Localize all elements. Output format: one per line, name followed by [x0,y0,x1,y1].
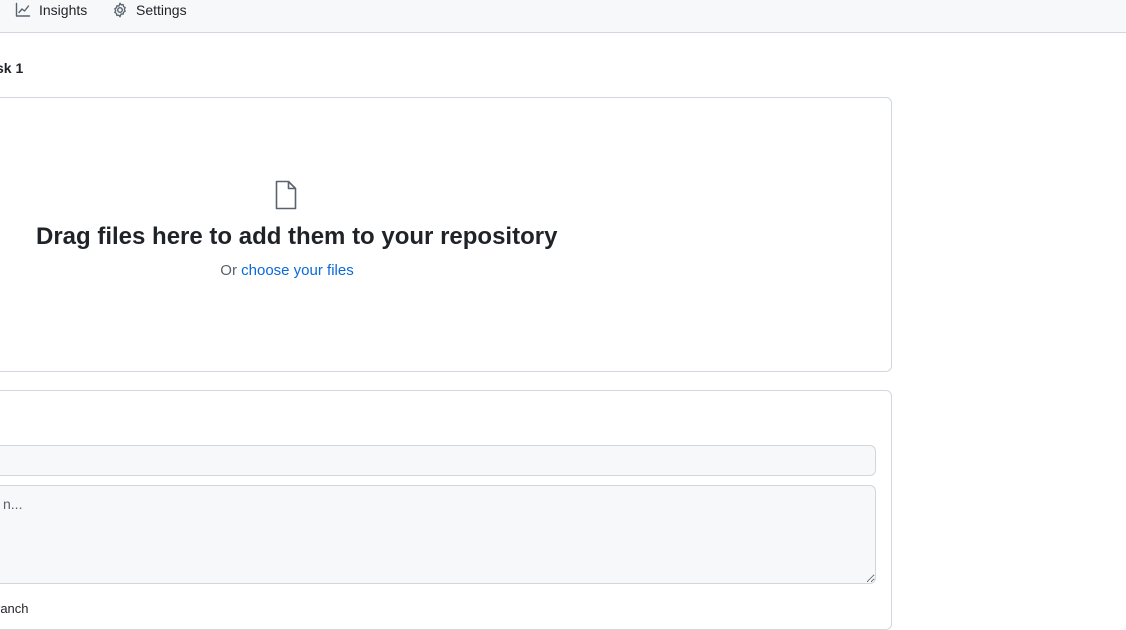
dropzone-subtitle: Or choose your files [36,262,538,279]
tab-insights[interactable]: Insights [15,0,87,20]
commit-summary-input[interactable] [0,445,876,476]
tab-settings-label: Settings [136,2,187,18]
breadcrumb[interactable]: sk 1 [0,60,23,76]
repo-nav-bar: Insights Settings [0,0,1126,33]
commit-description-textarea[interactable] [0,485,876,584]
dropzone-or-text: Or [220,262,242,279]
file-dropzone[interactable]: Drag files here to add them to your repo… [0,97,892,372]
branch-option-label: ranch [0,601,29,616]
tab-insights-label: Insights [39,2,88,18]
graph-icon [15,2,31,17]
tab-settings[interactable]: Settings [112,0,187,20]
dropzone-title: Drag files here to add them to your repo… [36,223,558,250]
choose-files-link[interactable]: choose your files [241,262,354,279]
gear-icon [114,2,126,18]
file-icon [275,180,297,210]
